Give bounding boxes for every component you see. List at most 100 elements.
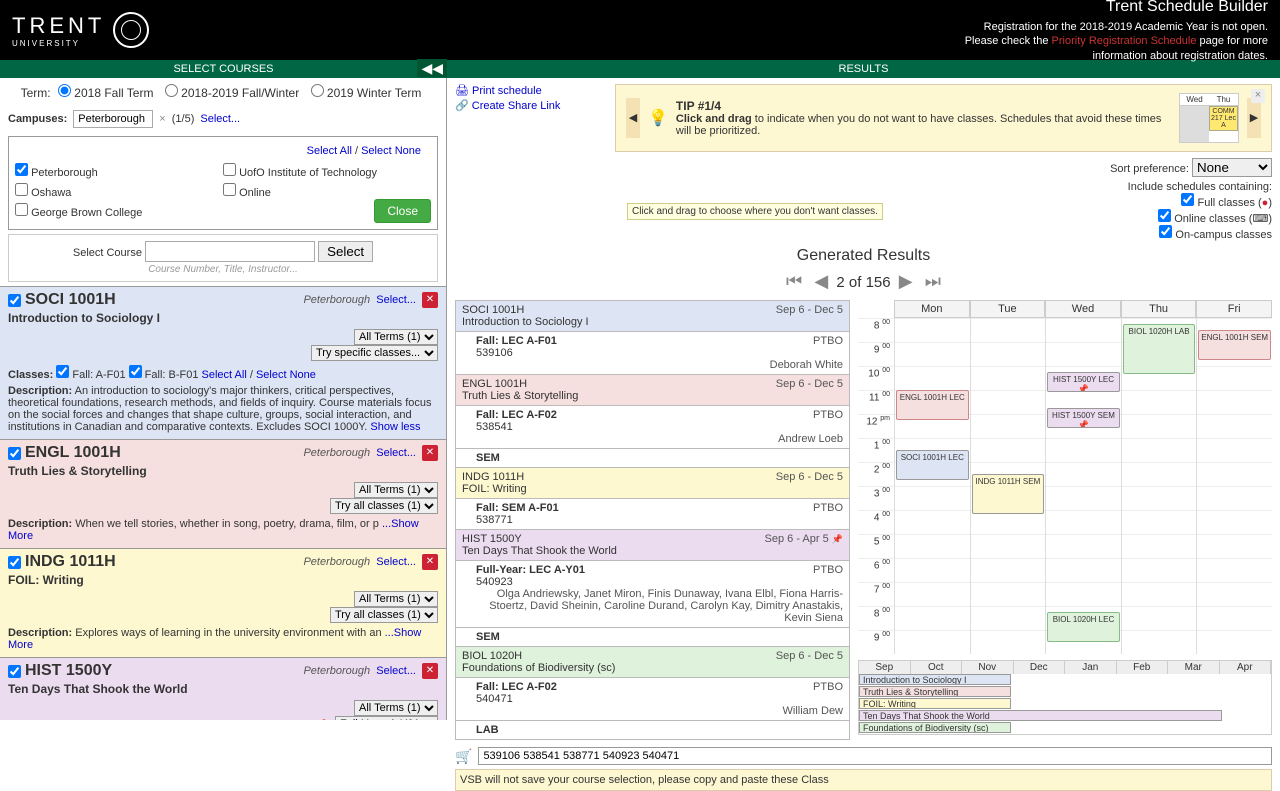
- campus-opt-1[interactable]: Oshawa: [15, 183, 223, 199]
- day-header: Tue: [970, 300, 1046, 318]
- campus-select-all[interactable]: Select All: [307, 145, 352, 157]
- header-info: Trent Schedule Builder Registration for …: [965, 0, 1268, 63]
- course-select-link[interactable]: Select...: [376, 294, 416, 306]
- course-check[interactable]: [8, 447, 21, 460]
- course-select-link[interactable]: Select...: [376, 665, 416, 677]
- calendar-block[interactable]: SOCI 1001H LEC: [896, 450, 969, 480]
- campus-opt-3[interactable]: UofO Institute of Technology: [223, 163, 431, 179]
- course-check[interactable]: [8, 556, 21, 569]
- pager-next-icon[interactable]: ▶: [899, 271, 913, 291]
- course-select-link[interactable]: Select...: [376, 447, 416, 459]
- calendar-block[interactable]: INDG 1011H SEM: [972, 474, 1045, 514]
- course-check[interactable]: [8, 665, 21, 678]
- course-card: INDG 1011H Peterborough Select... ✕ FOIL…: [0, 548, 446, 657]
- course-search-input[interactable]: [145, 241, 315, 262]
- term-opt-2[interactable]: 2019 Winter Term: [311, 86, 422, 100]
- calendar-block[interactable]: HIST 1500Y SEM 📌: [1047, 408, 1120, 428]
- day-column[interactable]: HIST 1500Y LEC 📌 HIST 1500Y SEM 📌 BIOL 102…: [1045, 318, 1121, 654]
- month-strip: SepOctNovDecJanFebMarApr Introduction to…: [858, 660, 1272, 735]
- collapse-left-icon[interactable]: ◀◀: [417, 59, 447, 77]
- day-header: Thu: [1121, 300, 1197, 318]
- day-column[interactable]: BIOL 1020H LAB: [1121, 318, 1197, 654]
- schedule-item[interactable]: Fall: SEM A-F01PTBO538771: [455, 498, 850, 530]
- campus-dropdown: Select All / Select None Peterborough Os…: [8, 136, 438, 230]
- month-bar: Ten Days That Shook the World: [859, 710, 1222, 721]
- left-panel: Term: 2018 Fall Term 2018-2019 Fall/Wint…: [0, 78, 447, 720]
- campus-select-none[interactable]: Select None: [361, 145, 421, 157]
- schedule-item[interactable]: LAB: [455, 720, 850, 740]
- schedule-item[interactable]: Sep 6 - Dec 5BIOL 1020HFoundations of Bi…: [455, 646, 850, 678]
- crn-warning: VSB will not save your course selection,…: [455, 769, 1272, 791]
- schedule-item[interactable]: Full-Year: LEC A-Y01PTBO540923Olga Andri…: [455, 560, 850, 628]
- remove-course-icon[interactable]: ✕: [422, 663, 438, 679]
- sort-select[interactable]: None: [1192, 158, 1272, 177]
- tip-close-icon[interactable]: ×: [1251, 89, 1265, 103]
- calendar-block[interactable]: BIOL 1020H LAB: [1123, 324, 1196, 374]
- include-filters: Include schedules containing: Full class…: [1110, 181, 1272, 241]
- campus-remove-icon[interactable]: ×: [159, 113, 165, 125]
- schedule-item[interactable]: Sep 6 - Apr 5 📌HIST 1500YTen Days That S…: [455, 529, 850, 561]
- campus-opt-4[interactable]: Online: [223, 183, 431, 199]
- day-column[interactable]: ENGL 1001H LEC SOCI 1001H LEC: [894, 318, 970, 654]
- class-dropdown[interactable]: Try all classes (1): [330, 498, 438, 514]
- campus-chip[interactable]: [73, 110, 153, 128]
- class-dropdown[interactable]: Full-Year: A-Y01: [335, 716, 438, 720]
- calendar-block[interactable]: BIOL 1020H LEC: [1047, 612, 1120, 642]
- schedule-item[interactable]: Sep 6 - Dec 5INDG 1011HFOIL: Writing: [455, 467, 850, 499]
- filter-oncampus[interactable]: On-campus classes: [1110, 225, 1272, 241]
- cart-icon: 🛒: [455, 748, 472, 765]
- bulb-icon: 💡: [648, 108, 668, 128]
- term-opt-1[interactable]: 2018-2019 Fall/Winter: [165, 86, 299, 100]
- filter-full[interactable]: Full classes (●): [1110, 193, 1272, 209]
- calendar-block[interactable]: ENGL 1001H LEC: [896, 390, 969, 420]
- schedule-item[interactable]: Fall: LEC A-F02PTBO538541Andrew Loeb: [455, 405, 850, 449]
- pager-prev-icon[interactable]: ◀: [814, 271, 828, 291]
- print-link[interactable]: 🖨 Print schedule: [455, 84, 615, 97]
- month-bar: Introduction to Sociology I: [859, 674, 1011, 685]
- schedule-item[interactable]: SEM: [455, 627, 850, 647]
- course-select-link[interactable]: Select...: [376, 556, 416, 568]
- course-search-button[interactable]: Select: [318, 241, 373, 262]
- remove-course-icon[interactable]: ✕: [422, 445, 438, 461]
- day-header: Mon: [894, 300, 970, 318]
- course-card: SOCI 1001H Peterborough Select... ✕ Intr…: [0, 286, 446, 439]
- campus-close-button[interactable]: Close: [374, 199, 431, 223]
- course-code: HIST 1500Y: [25, 662, 112, 680]
- campus-opt-0[interactable]: Peterborough: [15, 163, 223, 179]
- pager-first-icon[interactable]: ⏮: [786, 271, 802, 291]
- remove-course-icon[interactable]: ✕: [422, 554, 438, 570]
- term-dropdown[interactable]: All Terms (1): [354, 700, 438, 716]
- schedule-item[interactable]: Sep 6 - Dec 5SOCI 1001HIntroduction to S…: [455, 300, 850, 332]
- crn-input[interactable]: [478, 747, 1272, 765]
- schedule-item[interactable]: Fall: LEC A-F01PTBO539106Deborah White: [455, 331, 850, 375]
- remove-course-icon[interactable]: ✕: [422, 292, 438, 308]
- course-card: HIST 1500Y Peterborough Select... ✕ Ten …: [0, 657, 446, 720]
- share-link[interactable]: 🔗 Create Share Link: [455, 99, 615, 112]
- calendar[interactable]: MonTueWedThuFri 8 009 0010 0011 0012 pm1…: [858, 300, 1272, 739]
- term-opt-0[interactable]: 2018 Fall Term: [58, 86, 154, 100]
- class-dropdown[interactable]: Try specific classes...: [311, 345, 438, 361]
- term-dropdown[interactable]: All Terms (1): [354, 329, 438, 345]
- course-check[interactable]: [8, 294, 21, 307]
- brand-name: TRENT: [12, 13, 105, 39]
- tip-prev-icon[interactable]: ◀: [626, 98, 640, 138]
- calendar-block[interactable]: ENGL 1001H SEM: [1198, 330, 1271, 360]
- campus-opt-2[interactable]: George Brown College: [15, 203, 223, 219]
- tip-next-icon[interactable]: ▶: [1247, 98, 1261, 138]
- class-dropdown[interactable]: Try all classes (1): [330, 607, 438, 623]
- schedule-item[interactable]: Fall: LEC A-F02PTBO540471William Dew: [455, 677, 850, 721]
- show-toggle[interactable]: Show less: [370, 421, 420, 433]
- priority-link[interactable]: Priority Registration Schedule: [1052, 35, 1197, 47]
- term-dropdown[interactable]: All Terms (1): [354, 482, 438, 498]
- schedule-item[interactable]: Sep 6 - Dec 5ENGL 1001HTruth Lies & Stor…: [455, 374, 850, 406]
- calendar-block[interactable]: HIST 1500Y LEC 📌: [1047, 372, 1120, 392]
- course-card: ENGL 1001H Peterborough Select... ✕ Trut…: [0, 439, 446, 548]
- campus-select-link[interactable]: Select...: [200, 113, 240, 125]
- day-column[interactable]: INDG 1011H SEM: [970, 318, 1046, 654]
- term-dropdown[interactable]: All Terms (1): [354, 591, 438, 607]
- pager-text: 2 of 156: [836, 274, 890, 291]
- day-column[interactable]: ENGL 1001H SEM: [1196, 318, 1272, 654]
- schedule-item[interactable]: SEM: [455, 448, 850, 468]
- filter-online[interactable]: Online classes (⌨): [1110, 209, 1272, 225]
- pager-last-icon[interactable]: ⏭: [925, 271, 941, 291]
